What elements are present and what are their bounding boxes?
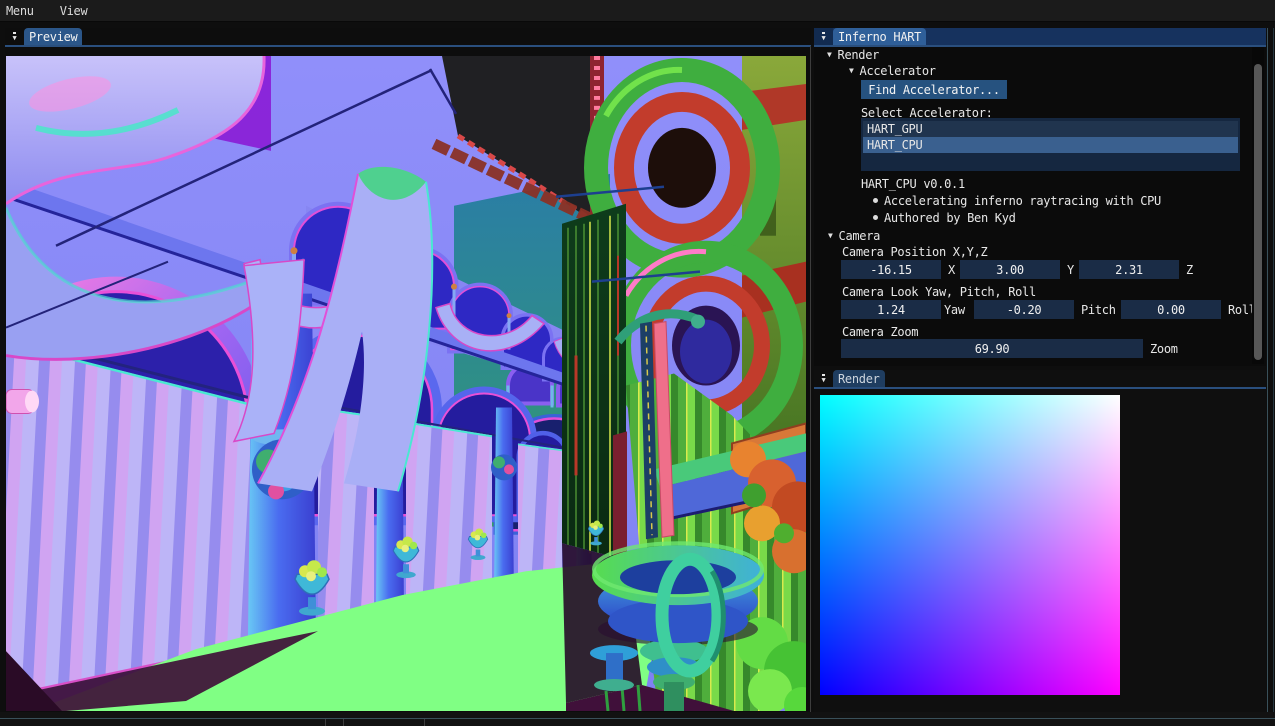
- axis-label-z: Z: [1186, 260, 1193, 279]
- inspector-window: ▼ Inferno HART ▼ Render ▼ Accelerator Fi…: [814, 28, 1266, 366]
- tab-inferno-hart[interactable]: Inferno HART: [833, 28, 926, 45]
- camera-position-label: Camera Position X,Y,Z: [842, 245, 987, 259]
- splitter-tick: [343, 719, 344, 726]
- axis-label-y: Y: [1067, 260, 1074, 279]
- accelerator-listbox: HART_GPU HART_CPU: [861, 118, 1240, 171]
- axis-label-x: X: [948, 260, 955, 279]
- tab-render[interactable]: Render: [833, 370, 885, 387]
- tree-open-icon: ▼: [849, 67, 854, 75]
- render-window: ▼ Render: [814, 370, 1266, 717]
- collapse-menu-icon[interactable]: ▼: [814, 370, 833, 387]
- scrollbar-grabber[interactable]: [1254, 64, 1262, 360]
- camera-zoom-label: Camera Zoom: [842, 325, 918, 339]
- collapse-arrow-icon: ▼: [13, 32, 17, 42]
- render-output-image: [820, 395, 1120, 695]
- preview-render-image: [6, 56, 806, 711]
- camera-position-x-field[interactable]: -16.15: [841, 260, 941, 279]
- list-item-hart-cpu[interactable]: HART_CPU: [863, 137, 1238, 153]
- axis-label-roll: Roll: [1228, 300, 1252, 319]
- tab-underline: [5, 45, 811, 47]
- bottom-border-line: [0, 718, 1275, 719]
- collapse-arrow-icon: ▼: [822, 374, 826, 384]
- menu-bar: Menu View: [0, 0, 1275, 22]
- tree-node-camera[interactable]: ▼ Camera: [828, 229, 880, 242]
- panel-splitter[interactable]: [810, 46, 811, 712]
- preview-render-viewport[interactable]: [6, 56, 806, 711]
- tree-node-render[interactable]: ▼ Render: [827, 48, 879, 61]
- splitter-tick: [325, 719, 326, 726]
- camera-pitch-field[interactable]: -0.20: [974, 300, 1074, 319]
- bullet-item: Authored by Ben Kyd: [884, 211, 1016, 225]
- camera-look-label: Camera Look Yaw, Pitch, Roll: [842, 285, 1036, 299]
- render-tab-bar: ▼ Render: [814, 370, 1266, 387]
- inspector-tab-bar: ▼ Inferno HART: [814, 28, 1266, 45]
- list-item-hart-gpu[interactable]: HART_GPU: [863, 121, 1238, 137]
- find-accelerator-button[interactable]: Find Accelerator...: [861, 80, 1007, 99]
- menu-item-view[interactable]: View: [60, 4, 88, 18]
- menu-item-menu[interactable]: Menu: [6, 4, 34, 18]
- status-strip: [0, 712, 1275, 726]
- inspector-scrollbar: [1252, 47, 1264, 364]
- camera-position-y-field[interactable]: 3.00: [960, 260, 1060, 279]
- collapse-arrow-icon: ▼: [822, 32, 826, 42]
- axis-label-zoom: Zoom: [1150, 339, 1178, 358]
- tree-node-camera-label: Camera: [839, 229, 881, 243]
- camera-roll-field[interactable]: 0.00: [1121, 300, 1221, 319]
- collapse-menu-icon[interactable]: ▼: [5, 28, 24, 45]
- bullet-icon: [873, 215, 878, 220]
- bullet-icon: [873, 198, 878, 203]
- tree-node-accelerator[interactable]: ▼ Accelerator: [849, 64, 936, 77]
- window-border-right: [1267, 28, 1268, 718]
- tab-preview[interactable]: Preview: [24, 28, 82, 45]
- camera-position-z-field[interactable]: 2.31: [1079, 260, 1179, 279]
- window-border-right-outer: [1273, 28, 1274, 718]
- preview-window: ▼ Preview: [5, 28, 811, 713]
- uv-green-gradient: [820, 395, 1120, 695]
- axis-label-yaw: Yaw: [944, 300, 965, 319]
- camera-yaw-field[interactable]: 1.24: [841, 300, 941, 319]
- preview-tab-bar: ▼ Preview: [5, 28, 811, 45]
- camera-zoom-field[interactable]: 69.90: [841, 339, 1143, 358]
- splitter-tick: [424, 719, 425, 726]
- bullet-item: Accelerating inferno raytracing with CPU: [884, 194, 1161, 208]
- tree-node-render-label: Render: [838, 48, 880, 62]
- tree-node-accelerator-label: Accelerator: [860, 64, 936, 78]
- collapse-menu-icon[interactable]: ▼: [814, 28, 833, 45]
- accelerator-version-label: HART_CPU v0.0.1: [861, 177, 965, 191]
- tree-open-icon: ▼: [828, 232, 833, 240]
- inspector-content: ▼ Render ▼ Accelerator Find Accelerator.…: [814, 47, 1252, 364]
- tree-open-icon: ▼: [827, 51, 832, 59]
- tab-underline: [814, 387, 1266, 389]
- axis-label-pitch: Pitch: [1081, 300, 1116, 319]
